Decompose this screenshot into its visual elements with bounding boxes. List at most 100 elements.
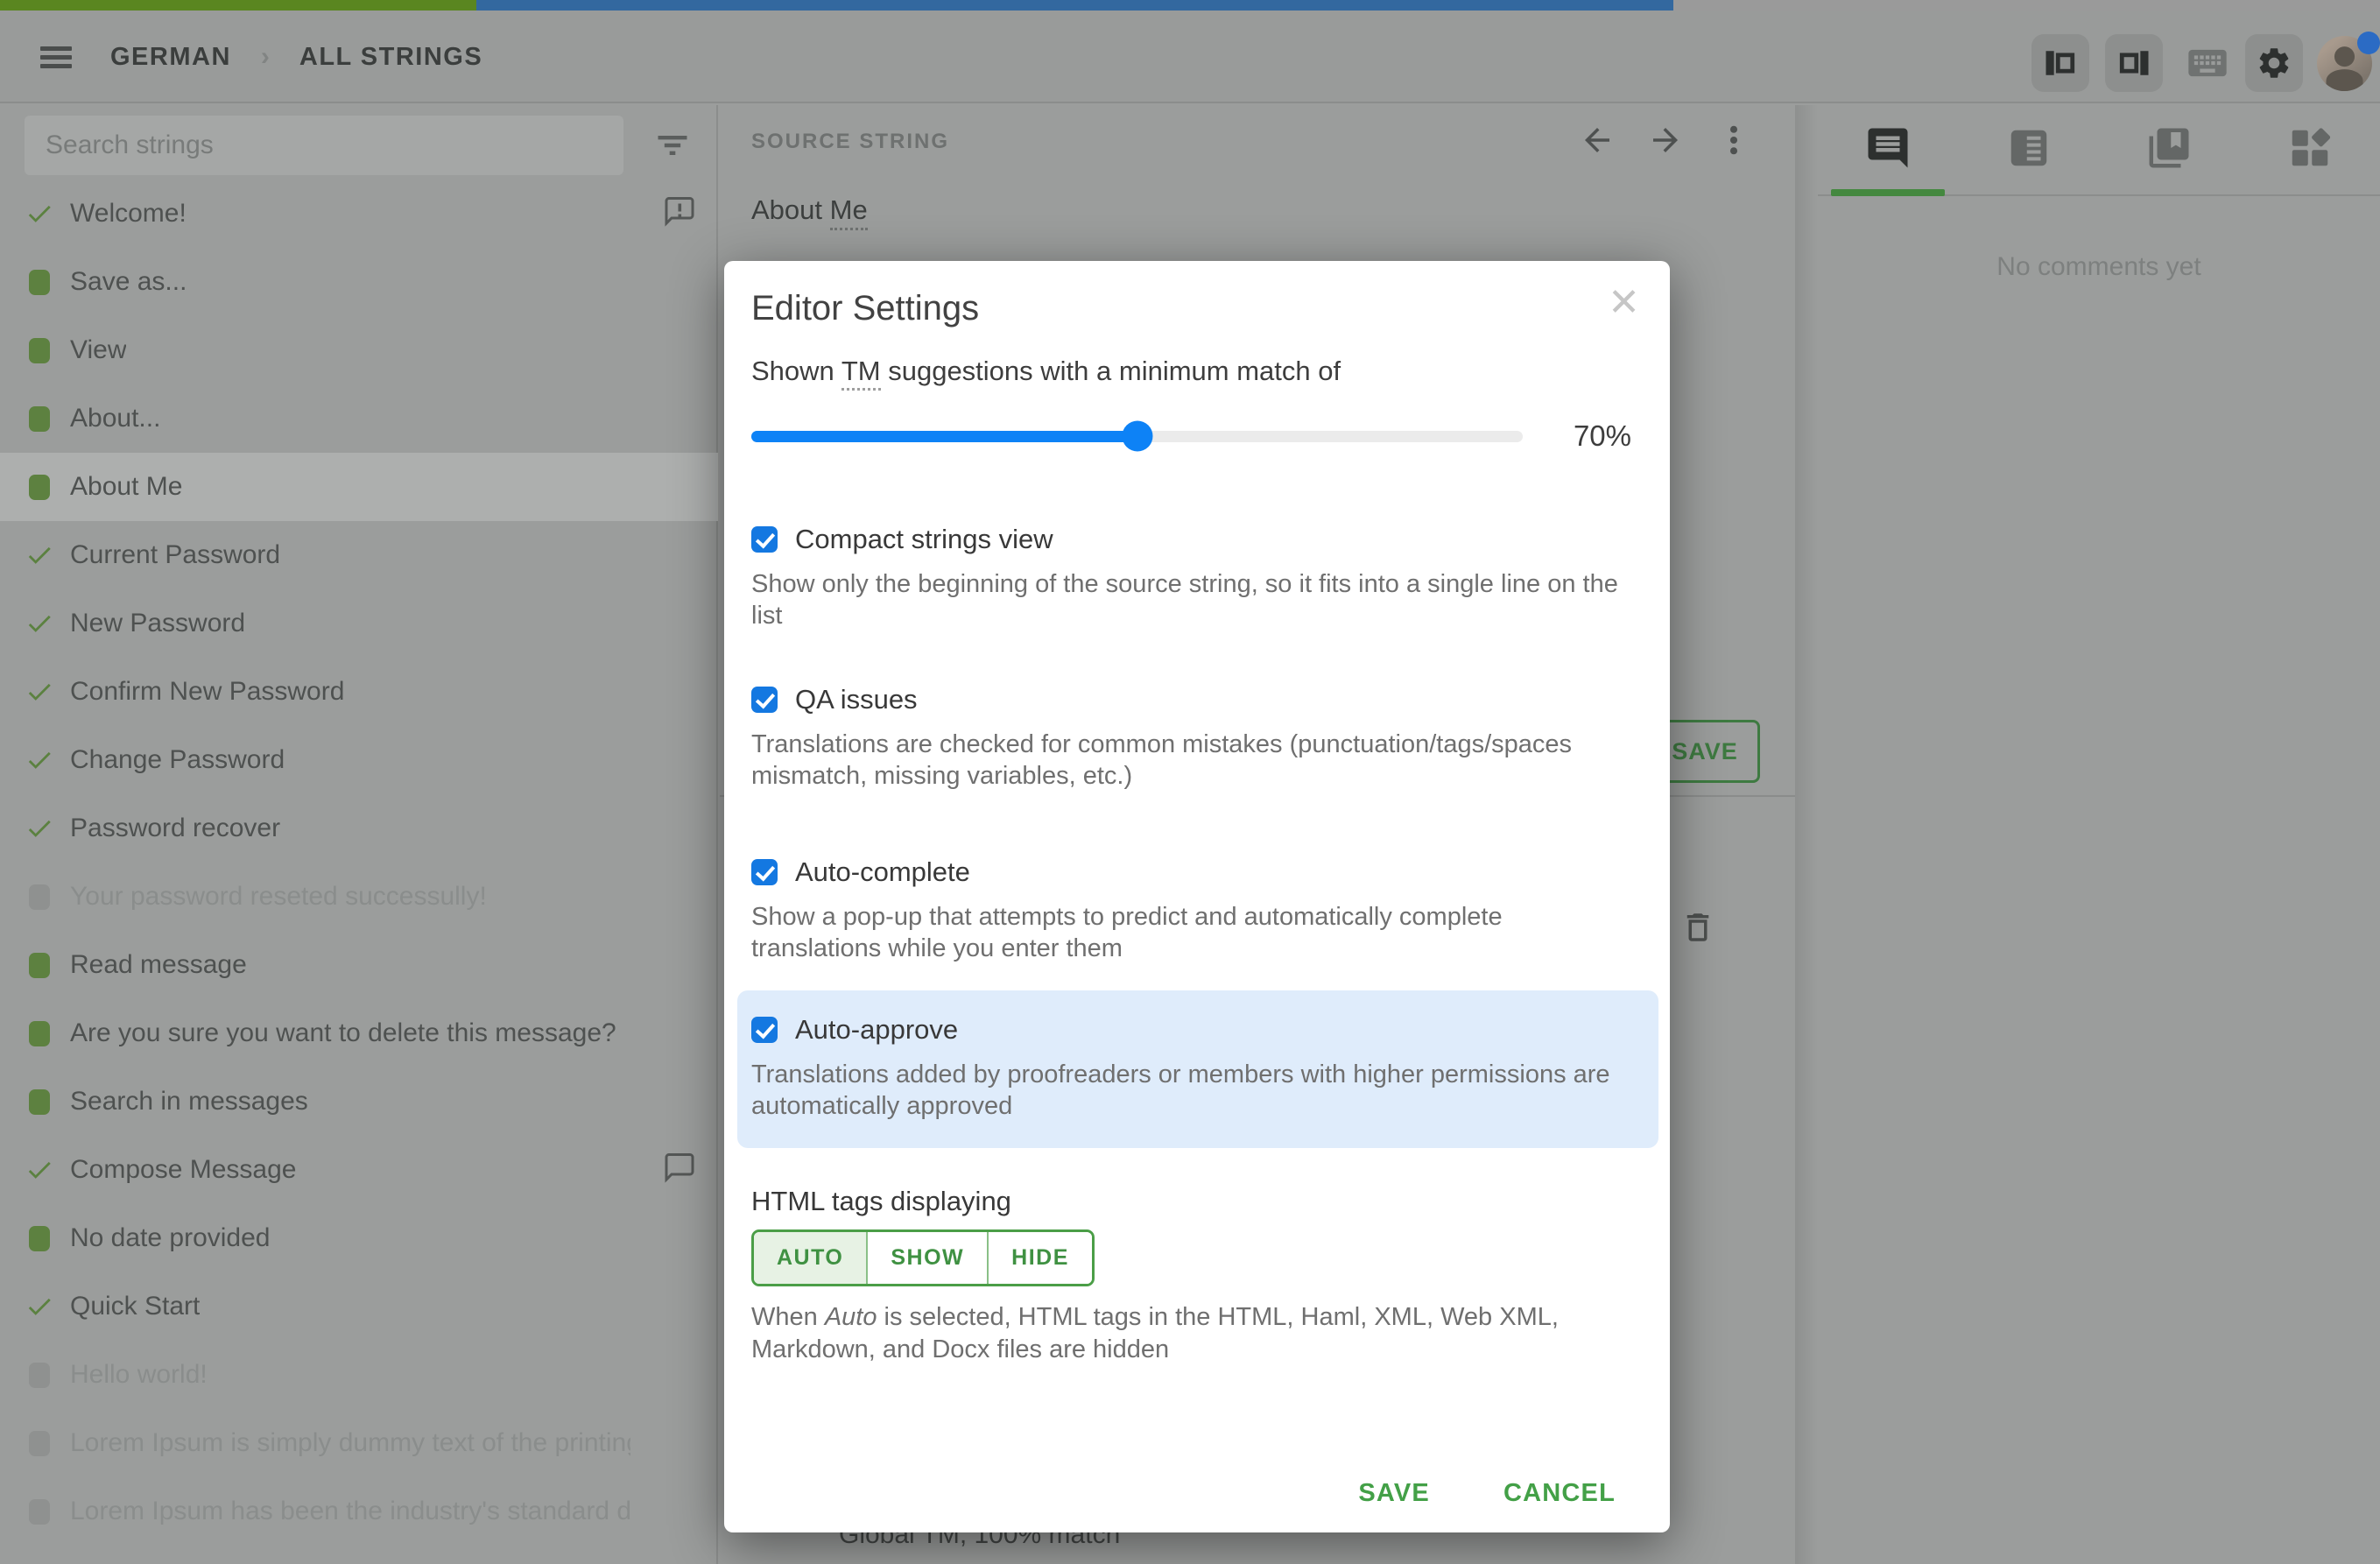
search-input[interactable]: Search strings xyxy=(25,116,623,175)
string-label: Read message xyxy=(70,950,247,979)
string-label: Change Password xyxy=(70,745,285,774)
tab-context[interactable] xyxy=(1959,105,2100,194)
strings-sidebar: Search strings Welcome! Save as... View Abo… xyxy=(0,105,718,1564)
arrow-right-icon xyxy=(1653,128,1678,152)
string-row[interactable]: Current Password xyxy=(0,521,718,589)
string-label: Save as... xyxy=(70,267,187,296)
string-label: About... xyxy=(70,404,161,433)
setting-label: Compact strings view xyxy=(795,524,1053,554)
translated-square-icon xyxy=(25,474,54,500)
translated-square-icon xyxy=(25,405,54,432)
next-string-button[interactable] xyxy=(1644,119,1686,161)
html-tags-description: When Auto is selected, HTML tags in the … xyxy=(751,1303,1559,1363)
empty-comments-text: No comments yet xyxy=(1996,252,2201,281)
tab-machine-translation[interactable] xyxy=(2240,105,2380,194)
toggle-left-panel-button[interactable] xyxy=(2031,34,2089,92)
menu-icon[interactable] xyxy=(40,42,75,74)
approved-check-icon xyxy=(25,609,54,638)
string-row[interactable]: About Me xyxy=(0,453,718,521)
checkbox-checked[interactable] xyxy=(751,1017,778,1043)
html-tags-option-auto[interactable]: AUTO xyxy=(754,1232,867,1284)
comment-issue-icon xyxy=(664,196,695,232)
string-label: Hello world! xyxy=(70,1360,208,1389)
slider-value: 70% xyxy=(1573,419,1631,452)
string-row[interactable]: Save as... xyxy=(0,248,718,316)
string-row[interactable]: New Password xyxy=(0,589,718,658)
string-label: Search in messages xyxy=(70,1087,308,1116)
string-row[interactable]: Are you sure you want to delete this mes… xyxy=(0,999,718,1067)
html-tags-option-hide[interactable]: HIDE xyxy=(987,1232,1092,1284)
string-row[interactable]: Lorem Ipsum has been the industry's stan… xyxy=(0,1477,718,1546)
string-row[interactable]: Search in messages xyxy=(0,1067,718,1136)
approved-check-icon xyxy=(25,745,54,775)
delete-suggestion-button[interactable] xyxy=(1679,909,1716,950)
cancel-button[interactable]: CANCEL xyxy=(1503,1479,1616,1508)
translation-progress-bar xyxy=(0,0,2380,11)
filter-icon xyxy=(658,136,687,155)
settings-button[interactable] xyxy=(2245,34,2303,92)
arrow-left-icon xyxy=(1585,128,1609,152)
gear-icon xyxy=(2259,48,2289,78)
filter-button[interactable] xyxy=(651,124,694,166)
search-placeholder: Search strings xyxy=(46,130,214,159)
string-label: Your password reseted successully! xyxy=(70,882,487,911)
html-tags-option-show[interactable]: SHOW xyxy=(866,1232,988,1284)
string-row[interactable]: Quick Start xyxy=(0,1272,718,1341)
setting-label: Auto-approve xyxy=(795,1014,959,1045)
setting-qa-issues: QA issues Translations are checked for co… xyxy=(751,684,1631,792)
setting-description: Translations added by proofreaders or me… xyxy=(751,1060,1610,1120)
breadcrumb-project[interactable]: GERMAN xyxy=(110,43,231,72)
string-row[interactable]: Hello world! xyxy=(0,1341,718,1409)
toggle-right-panel-button[interactable] xyxy=(2105,34,2163,92)
slider-handle[interactable] xyxy=(1122,420,1152,452)
approved-check-icon xyxy=(25,199,54,229)
active-tab-indicator xyxy=(1831,189,1946,196)
string-label: Are you sure you want to delete this mes… xyxy=(70,1018,616,1047)
crowdin-editor-app: GERMAN › ALL STRINGS Search strings Welc… xyxy=(0,0,2380,1564)
approved-check-icon xyxy=(25,540,54,570)
source-string-label: SOURCE STRING xyxy=(751,130,950,153)
string-row[interactable]: Change Password xyxy=(0,726,718,794)
tab-comments[interactable] xyxy=(1818,105,1959,196)
glossary-icon xyxy=(2145,124,2193,176)
string-row[interactable]: Your password reseted successully! xyxy=(0,863,718,931)
string-row[interactable]: No date provided xyxy=(0,1204,718,1272)
checkbox-checked[interactable] xyxy=(751,526,778,553)
save-button[interactable]: SAVE xyxy=(1358,1479,1430,1508)
checkbox-checked[interactable] xyxy=(751,687,778,713)
modal-footer: SAVE CANCEL xyxy=(1358,1479,1616,1508)
string-row[interactable]: Lorem Ipsum is simply dummy text of the … xyxy=(0,1409,718,1477)
close-icon[interactable]: ✕ xyxy=(1608,284,1640,322)
breadcrumb-section[interactable]: ALL STRINGS xyxy=(299,43,482,72)
more-options-button[interactable] xyxy=(1713,119,1755,161)
setting-auto-complete: Auto-complete Show a pop-up that attempts… xyxy=(751,856,1631,964)
setting-description: Translations are checked for common mist… xyxy=(751,730,1573,790)
string-row[interactable]: About... xyxy=(0,384,718,453)
string-row[interactable]: Compose Message xyxy=(0,1136,718,1204)
previous-string-button[interactable] xyxy=(1576,119,1618,161)
string-label: New Password xyxy=(70,609,246,638)
machine-translation-icon xyxy=(2286,124,2334,176)
chevron-right-icon: › xyxy=(260,42,270,71)
keyboard-shortcuts-button[interactable] xyxy=(2179,34,2236,92)
string-row[interactable]: Read message xyxy=(0,931,718,999)
setting-label: Auto-complete xyxy=(795,856,970,887)
tm-threshold-slider-row: 70% xyxy=(751,412,1631,461)
translated-square-icon xyxy=(25,1225,54,1251)
approved-check-icon xyxy=(25,1155,54,1185)
string-row[interactable]: Password recover xyxy=(0,794,718,863)
string-row[interactable]: Welcome! xyxy=(0,180,718,248)
html-tags-label: HTML tags displaying xyxy=(751,1186,1011,1216)
approved-check-icon xyxy=(25,677,54,707)
translated-square-icon xyxy=(25,952,54,978)
tab-glossary[interactable] xyxy=(2099,105,2240,194)
slider-fill xyxy=(751,430,1137,442)
panel-right-icon xyxy=(2119,51,2149,75)
checkbox-checked[interactable] xyxy=(751,859,778,885)
comments-panel: No comments yet xyxy=(1818,105,2380,1564)
slider-track[interactable] xyxy=(751,420,1523,452)
string-label: Confirm New Password xyxy=(70,677,345,706)
string-row[interactable]: View xyxy=(0,316,718,384)
string-label: Welcome! xyxy=(70,199,187,228)
string-row[interactable]: Confirm New Password xyxy=(0,658,718,726)
